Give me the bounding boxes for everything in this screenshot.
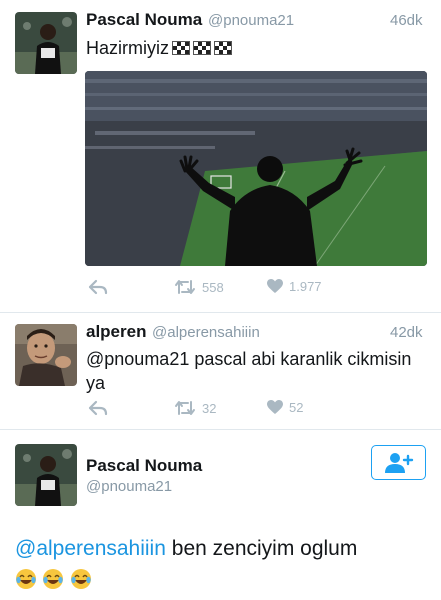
heart-icon [267,400,283,414]
reply-button[interactable] [88,400,108,416]
tears-of-joy-emoji [43,569,64,589]
author-name[interactable]: Pascal Nouma [86,456,202,476]
tweet-text-line-1: @pnouma21 pascal abi karanlik cikmisin [86,349,412,369]
avatar-pascal[interactable] [15,12,77,74]
mention-link[interactable]: @alperensahiiin [15,537,166,560]
reply-icon [88,279,108,295]
heart-icon [267,279,283,293]
retweet-button[interactable]: 558 [174,279,224,295]
checkered-flag-icon [214,41,232,55]
tweet-actions: 32 52 [86,400,426,420]
author-name[interactable]: alperen [86,322,146,342]
like-button[interactable]: 52 [267,400,303,415]
author-handle[interactable]: @pnouma21 [208,12,294,29]
tweet-text: Hazirmiyiz [86,36,232,60]
tweet-timestamp[interactable]: 42dk [390,324,423,341]
tweet-actions: 558 1.977 [86,279,426,299]
tweet-photo[interactable] [85,71,427,266]
tweet-text-content: Hazirmiyiz [86,38,169,58]
author-name[interactable]: Pascal Nouma [86,10,202,30]
retweet-count: 558 [202,279,224,295]
tears-of-joy-emoji [70,569,91,589]
add-user-icon [384,452,413,473]
tears-of-joy-emoji [16,569,36,589]
tweet-text-content: ben zenciyim oglum [171,537,358,560]
like-count: 52 [289,400,304,415]
tweet-text: @alperensahiiin ben zenciyim oglum [15,536,357,562]
tweet-text: @pnouma21 pascal abi karanlik cikmisin y… [86,347,436,395]
author-handle[interactable]: @pnouma21 [86,478,172,495]
tweet-alperen[interactable]: alperen @alperensahiiin 42dk @pnouma21 p… [0,313,441,429]
like-count: 1.977 [289,279,322,294]
retweet-icon [175,401,195,415]
emoji-row [15,568,93,592]
checkered-flag-icon [193,41,211,55]
reply-icon [88,400,108,416]
avatar-pascal[interactable] [15,444,77,506]
tweet-timestamp[interactable]: 46dk [390,12,423,29]
author-handle[interactable]: @alperensahiiin [152,324,260,341]
follow-button[interactable] [371,445,426,480]
retweet-count: 32 [202,400,217,416]
reply-button[interactable] [88,279,108,295]
retweet-icon [175,280,195,294]
retweet-button[interactable]: 32 [174,400,216,416]
like-button[interactable]: 1.977 [267,279,322,294]
avatar-alperen[interactable] [15,324,77,386]
tweet-text-line-2: ya [86,373,106,393]
tweet-pascal-1[interactable]: Pascal Nouma @pnouma21 46dk Hazirmiyiz 5… [0,0,441,312]
checkered-flag-icon [172,41,190,55]
